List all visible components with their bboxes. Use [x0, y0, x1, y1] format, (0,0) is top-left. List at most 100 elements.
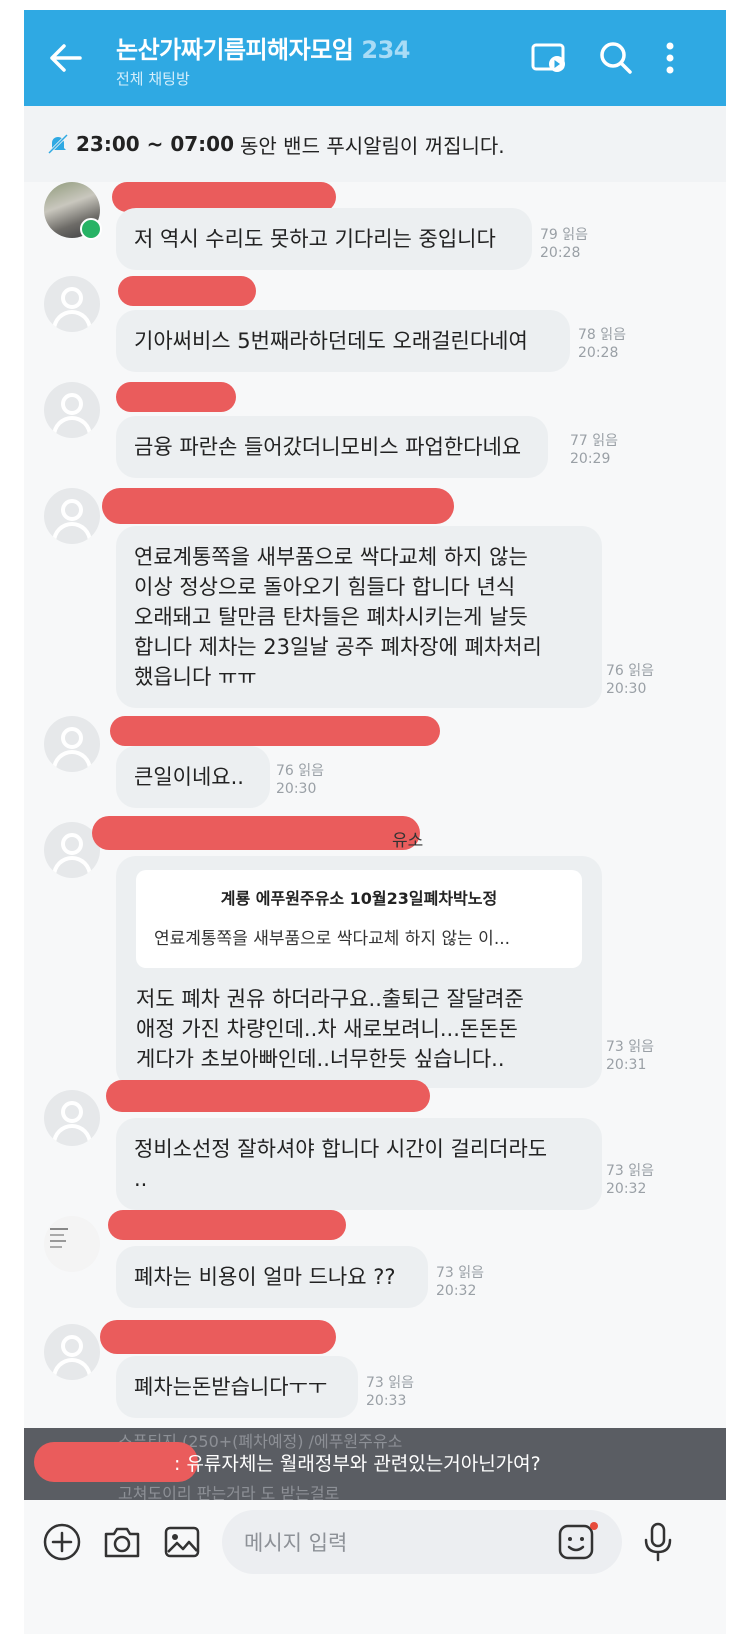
- message-bubble[interactable]: 기아써비스 5번째라하던데도 오래걸린다네여: [116, 310, 570, 372]
- message-bubble[interactable]: 큰일이네요..: [116, 746, 270, 808]
- read-count: 73 읽음: [606, 1039, 655, 1055]
- message-item: 폐차는돈받습니다ㅜㅜ 73 읽음 20:33: [24, 1320, 726, 1420]
- avatar[interactable]: [44, 488, 100, 544]
- message-item: 금융 파란손 들어갔더니모비스 파업한다네요 77 읽음 20:29: [24, 382, 726, 482]
- avatar[interactable]: [44, 276, 100, 332]
- read-count: 78 읽음: [578, 327, 627, 343]
- read-count: 77 읽음: [570, 433, 619, 449]
- message-line: 연료계통쪽을 새부품으로 싹다교체 하지 않는: [134, 545, 528, 569]
- message-text: 금융 파란손 들어갔더니모비스 파업한다네요: [134, 435, 522, 459]
- quote-title: 계룡 에푸원주유소 10월23일폐차박노정: [220, 889, 498, 908]
- message-time: 20:31: [606, 1057, 647, 1073]
- input-placeholder: 메시지 입력: [244, 1531, 348, 1555]
- message-time: 20:32: [606, 1181, 647, 1197]
- preview-text: : 유류자체는 월래정부와 관련있는거아닌가여?: [174, 1453, 541, 1475]
- crown-icon: [80, 218, 102, 240]
- redacted-sender-name: [106, 1080, 430, 1112]
- message-line: 합니다 제차는 23일날 공주 폐차장에 폐차처리: [134, 635, 542, 659]
- message-text: 폐차는 비용이 얼마 드나요 ??: [134, 1265, 396, 1289]
- message-item: 저 역시 수리도 못하고 기다리는 중입니다 79 읽음 20:28: [24, 182, 726, 282]
- quoted-reply[interactable]: 계룡 에푸원주유소 10월23일폐차박노정 연료계통쪽을 새부품으로 싹다교체 …: [136, 870, 582, 968]
- message-input-bar: 메시지 입력: [24, 1500, 726, 1634]
- chat-header: 논산가짜기름피해자모임 234 전체 채팅방: [24, 10, 726, 106]
- chat-name: 논산가짜기름피해자모임: [116, 36, 354, 64]
- redacted-sender-name: [92, 816, 420, 850]
- avatar[interactable]: [44, 716, 100, 772]
- notification-dot: [590, 1522, 598, 1530]
- message-bubble[interactable]: 저 역시 수리도 못하고 기다리는 중입니다: [116, 208, 532, 270]
- message-bubble[interactable]: 폐차는 비용이 얼마 드나요 ??: [116, 1246, 428, 1308]
- message-item: 연료계통쪽을 새부품으로 싹다교체 하지 않는 이상 정상으로 돌아오기 힘들다…: [24, 488, 726, 708]
- message-line: 정비소선정 잘하셔야 합니다 시간이 걸리더라도: [134, 1137, 548, 1161]
- back-arrow-icon[interactable]: [38, 32, 94, 84]
- message-meta: 79 읽음 20:28: [540, 226, 588, 262]
- message-meta: 73 읽음 20:32: [606, 1162, 654, 1198]
- message-item: 폐차는 비용이 얼마 드나요 ?? 73 읽음 20:32: [24, 1210, 726, 1310]
- notice-time: 23:00 ~ 07:00: [76, 132, 235, 156]
- message-time: 20:33: [366, 1393, 407, 1409]
- image-icon[interactable]: [160, 1520, 204, 1564]
- plus-circle-icon[interactable]: [40, 1520, 84, 1564]
- redacted-sender-name: [108, 1210, 346, 1240]
- message-time: 20:29: [570, 451, 611, 467]
- message-bubble[interactable]: 정비소선정 잘하셔야 합니다 시간이 걸리더라도 ..: [116, 1118, 602, 1210]
- message-text: 폐차는돈받습니다ㅜㅜ: [134, 1375, 328, 1399]
- redacted-sender-name: [110, 716, 440, 746]
- avatar[interactable]: [44, 382, 100, 438]
- message-item: 기아써비스 5번째라하던데도 오래걸린다네여 78 읽음 20:28: [24, 276, 726, 376]
- message-bubble[interactable]: 폐차는돈받습니다ㅜㅜ: [116, 1356, 358, 1418]
- message-item: 큰일이네요.. 76 읽음 20:30: [24, 716, 726, 816]
- chat-screen: 논산가짜기름피해자모임 234 전체 채팅방 23:00 ~ 07:00 동안 밴…: [24, 10, 726, 1634]
- message-line: 오래돼고 탈만큼 탄차들은 폐차시키는게 날듯: [134, 605, 528, 629]
- message-line: 애정 가진 차량인데..차 새로보려니...돈돈돈: [136, 1017, 518, 1041]
- message-line: 이상 정상으로 돌아오기 힘들다 합니다 년식: [134, 575, 516, 599]
- push-off-notice: 23:00 ~ 07:00 동안 밴드 푸시알림이 꺼집니다.: [24, 106, 726, 182]
- avatar[interactable]: [44, 1324, 100, 1380]
- message-time: 20:30: [276, 781, 317, 797]
- muted-bell-icon: [48, 134, 68, 154]
- member-count: 234: [361, 36, 410, 64]
- more-vertical-icon[interactable]: [648, 36, 692, 80]
- message-meta: 78 읽음 20:28: [578, 326, 626, 362]
- notice-text: 동안 밴드 푸시알림이 꺼집니다.: [240, 133, 505, 158]
- quote-text: 연료계통쪽을 새부품으로 싹다교체 하지 않는 이...: [154, 929, 511, 949]
- video-call-icon[interactable]: [528, 36, 572, 80]
- read-count: 79 읽음: [540, 227, 589, 243]
- message-meta: 77 읽음 20:29: [570, 432, 618, 468]
- message-line: 게다가 초보아빠인데..너무한듯 싶습니다..: [136, 1047, 505, 1071]
- message-bubble[interactable]: 금융 파란손 들어갔더니모비스 파업한다네요: [116, 416, 548, 478]
- message-bubble[interactable]: 연료계통쪽을 새부품으로 싹다교체 하지 않는 이상 정상으로 돌아오기 힘들다…: [116, 526, 602, 708]
- message-time: 20:28: [578, 345, 619, 361]
- microphone-icon[interactable]: [636, 1520, 680, 1564]
- message-text: 기아써비스 5번째라하던데도 오래걸린다네여: [134, 329, 528, 353]
- message-item: 정비소선정 잘하셔야 합니다 시간이 걸리더라도 .. 73 읽음 20:32: [24, 1080, 726, 1210]
- message-line: ..: [134, 1167, 148, 1191]
- message-meta: 76 읽음 20:30: [606, 662, 654, 698]
- message-meta: 73 읽음 20:31: [606, 1038, 654, 1074]
- redacted-sender-name: [102, 488, 454, 524]
- preview-ghost-text: 고쳐도이리 판는거라 도 받는걸로: [118, 1484, 340, 1500]
- message-bubble[interactable]: 계룡 에푸원주유소 10월23일폐차박노정 연료계통쪽을 새부품으로 싹다교체 …: [116, 856, 602, 1088]
- redacted-sender-name: [116, 382, 236, 412]
- avatar[interactable]: [44, 1216, 100, 1272]
- sender-name-suffix: 유소: [392, 831, 424, 851]
- read-count: 73 읽음: [366, 1375, 415, 1391]
- message-text: 저 역시 수리도 못하고 기다리는 중입니다: [134, 227, 496, 251]
- redacted-sender-name: [100, 1320, 336, 1354]
- reply-preview-bar[interactable]: 스푸티지 (250+(폐차예정) /에푸원주유소 : 유류자체는 월래정부와 관…: [24, 1428, 726, 1500]
- message-item: 유소 계룡 에푸원주유소 10월23일폐차박노정 연료계통쪽을 새부품으로 싹다…: [24, 816, 726, 1088]
- message-meta: 73 읽음 20:33: [366, 1374, 414, 1410]
- message-meta: 76 읽음 20:30: [276, 762, 324, 798]
- message-line: 했읍니다 ㅠㅠ: [134, 665, 257, 689]
- chat-title: 논산가짜기름피해자모임 234: [116, 30, 410, 65]
- avatar[interactable]: [44, 1090, 100, 1146]
- read-count: 73 읽음: [436, 1265, 485, 1281]
- read-count: 76 읽음: [606, 663, 655, 679]
- message-time: 20:30: [606, 681, 647, 697]
- message-meta: 73 읽음 20:32: [436, 1264, 484, 1300]
- read-count: 73 읽음: [606, 1163, 655, 1179]
- chat-subtitle: 전체 채팅방: [116, 70, 190, 88]
- camera-icon[interactable]: [100, 1520, 144, 1564]
- search-icon[interactable]: [594, 36, 638, 80]
- message-time: 20:32: [436, 1283, 477, 1299]
